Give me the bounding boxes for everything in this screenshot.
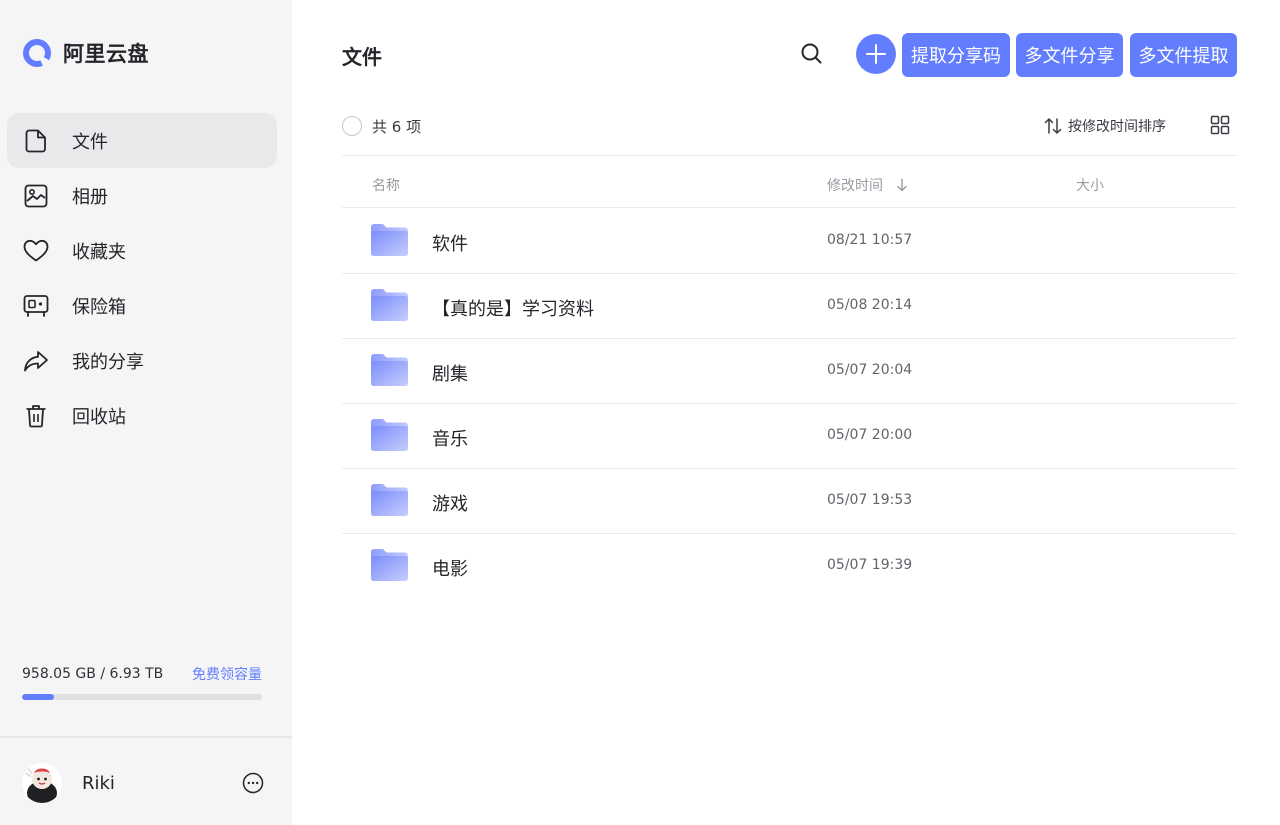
sidebar-divider: [0, 736, 292, 738]
folder-icon: [371, 289, 408, 321]
sidebar-item-label: 文件: [72, 131, 108, 153]
share-icon: [23, 348, 49, 374]
column-header-name[interactable]: 名称: [372, 175, 400, 195]
folder-icon: [371, 549, 408, 581]
file-name: 软件: [432, 234, 468, 255]
heart-icon: [23, 238, 49, 264]
sort-label: 按修改时间排序: [1068, 119, 1166, 135]
file-icon: [23, 128, 49, 154]
trash-icon: [23, 403, 49, 429]
sidebar-item-recycle-bin[interactable]: 回收站: [7, 388, 277, 443]
file-modified-time: 08/21 10:57: [827, 232, 913, 248]
file-name: 游戏: [432, 494, 468, 515]
page-title: 文件: [342, 45, 382, 69]
storage-progress-fill: [22, 694, 55, 700]
sort-button[interactable]: 按修改时间排序: [1044, 115, 1166, 137]
select-all-checkbox[interactable]: [342, 116, 362, 136]
list-toolbar: 共 6 项 按修改时间排序: [342, 106, 1237, 156]
sidebar-item-label: 保险箱: [72, 296, 126, 318]
multi-file-share-button[interactable]: 多文件分享: [1016, 33, 1123, 77]
folder-icon: [371, 419, 408, 451]
sidebar-item-label: 我的分享: [72, 351, 144, 373]
extract-share-code-button[interactable]: 提取分享码: [902, 33, 1010, 77]
file-modified-time: 05/07 20:04: [827, 362, 913, 378]
plus-icon: [866, 44, 886, 64]
file-name: 剧集: [432, 364, 468, 385]
file-modified-time: 05/07 19:39: [827, 557, 913, 573]
table-row[interactable]: 电影 05/07 19:39: [342, 534, 1237, 599]
file-name: 【真的是】学习资料: [432, 299, 594, 320]
file-modified-time: 05/07 20:00: [827, 427, 913, 443]
brand[interactable]: 阿里云盘: [22, 37, 149, 69]
sidebar: 阿里云盘 文件 相册 收藏夹 保险箱 我的分享 回收站 958.05 GB / …: [0, 0, 292, 825]
more-dots-icon[interactable]: [242, 772, 264, 794]
search-icon[interactable]: [798, 40, 826, 68]
file-name: 电影: [432, 559, 468, 580]
sidebar-item-my-shares[interactable]: 我的分享: [7, 333, 277, 388]
sidebar-item-label: 回收站: [72, 406, 126, 428]
grid-view-icon[interactable]: [1210, 115, 1230, 135]
table-row[interactable]: 【真的是】学习资料 05/08 20:14: [342, 274, 1237, 339]
arrow-down-icon: [897, 178, 907, 192]
main-content: 文件 提取分享码 多文件分享 多文件提取 共 6 项 按修改时间排序 名称 修改…: [292, 0, 1280, 825]
table-row[interactable]: 软件 08/21 10:57: [342, 209, 1237, 274]
storage-progress-bar: [22, 694, 262, 700]
safe-icon: [23, 293, 49, 319]
user-avatar-icon[interactable]: [22, 763, 62, 803]
user-name: Riki: [82, 772, 115, 794]
brand-name: 阿里云盘: [63, 42, 149, 66]
table-row[interactable]: 剧集 05/07 20:04: [342, 339, 1237, 404]
sidebar-item-label: 相册: [72, 186, 108, 208]
aliyun-drive-logo-icon: [23, 39, 52, 68]
folder-icon: [371, 224, 408, 256]
sidebar-item-favorites[interactable]: 收藏夹: [7, 223, 277, 278]
sidebar-item-albums[interactable]: 相册: [7, 168, 277, 223]
storage-usage-text: 958.05 GB / 6.93 TB: [22, 666, 164, 682]
get-free-storage-link[interactable]: 免费领容量: [192, 664, 262, 684]
sidebar-item-label: 收藏夹: [72, 241, 126, 263]
item-count: 共 6 项: [372, 118, 422, 136]
photo-album-icon: [23, 183, 49, 209]
table-header: 名称 修改时间 大小: [342, 160, 1237, 208]
sidebar-nav: 文件 相册 收藏夹 保险箱 我的分享 回收站: [7, 113, 277, 443]
column-header-size[interactable]: 大小: [1076, 175, 1104, 195]
add-button[interactable]: [856, 34, 896, 74]
column-header-modified-time[interactable]: 修改时间: [827, 175, 909, 195]
table-row[interactable]: 游戏 05/07 19:53: [342, 469, 1237, 534]
sidebar-item-files[interactable]: 文件: [7, 113, 277, 168]
sort-arrows-icon: [1044, 118, 1062, 134]
file-modified-time: 05/07 19:53: [827, 492, 913, 508]
folder-icon: [371, 354, 408, 386]
folder-icon: [371, 484, 408, 516]
sidebar-item-safe[interactable]: 保险箱: [7, 278, 277, 333]
column-header-label: 修改时间: [827, 178, 883, 194]
file-modified-time: 05/08 20:14: [827, 297, 913, 313]
file-list: 软件 08/21 10:57 【真的是】学习资料 05/08 20:14 剧集 05/07…: [342, 209, 1237, 599]
file-name: 音乐: [432, 429, 468, 450]
multi-file-extract-button[interactable]: 多文件提取: [1130, 33, 1237, 77]
user-profile[interactable]: Riki: [22, 763, 270, 803]
storage-usage: 958.05 GB / 6.93 TB 免费领容量: [22, 663, 262, 700]
table-row[interactable]: 音乐 05/07 20:00: [342, 404, 1237, 469]
